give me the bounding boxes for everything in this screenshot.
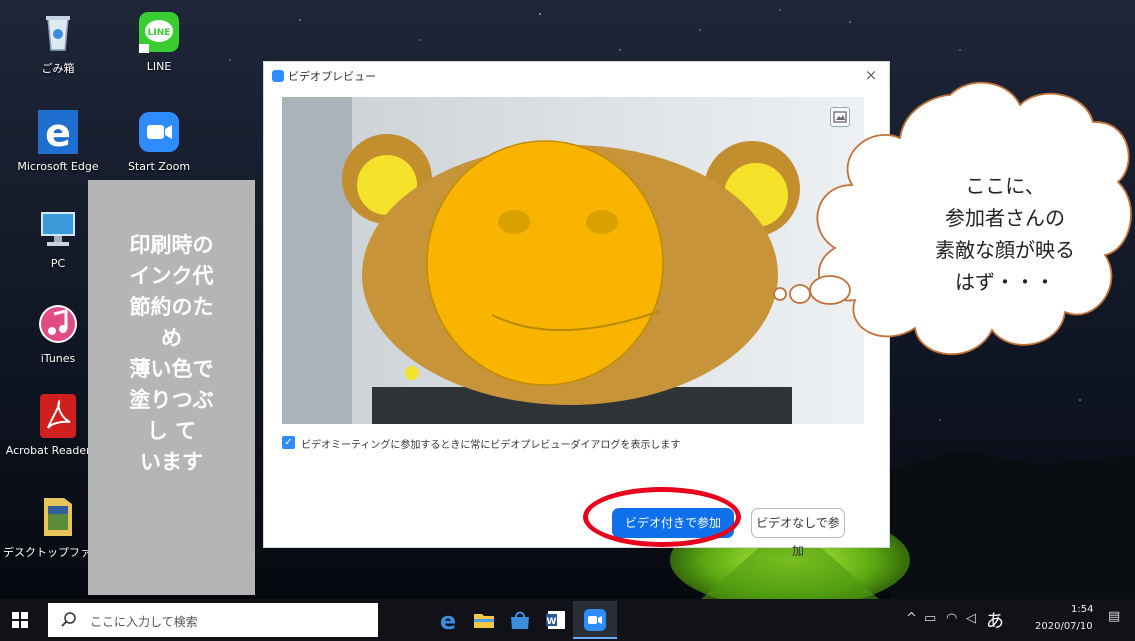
line-icon-text: LINE [148, 28, 171, 38]
desktop-icon-zoom[interactable]: Start Zoom [104, 108, 214, 173]
svg-text:e: e [45, 111, 71, 155]
dialog-title: ビデオプレビュー [288, 70, 376, 83]
clock-date[interactable]: 2020/07/10 [1035, 621, 1093, 632]
start-button[interactable] [10, 610, 30, 630]
desktop-icon-label: LINE [146, 60, 172, 73]
pc-icon [34, 205, 82, 253]
ink-saving-note: 印刷時の インク代 節約のた め 薄い色で 塗りつぶ し て います [88, 180, 255, 595]
bubble-line: 参加者さんの [945, 206, 1065, 230]
line-icon: LINE [135, 8, 183, 56]
tray-wifi-icon[interactable]: ◠ [946, 611, 957, 626]
ink-note-line: 薄い色で [129, 357, 214, 381]
ink-note-line: め [161, 326, 182, 350]
tray-expand-icon[interactable]: ^ [906, 611, 917, 626]
taskbar-word-icon[interactable]: W [544, 608, 568, 632]
ink-note-line: 塗りつぶ [129, 388, 214, 412]
smiley-face [426, 140, 664, 386]
highlight-circle [583, 487, 741, 547]
desktop-screen: ごみ箱 LINE LINE e Microsoft Edge Start Zoo… [0, 0, 1135, 641]
windows-icon [12, 612, 28, 628]
edge-icon: e [34, 108, 82, 156]
taskbar-zoom-active[interactable] [573, 601, 617, 639]
tray-battery-icon[interactable]: ▭ [924, 611, 936, 626]
ink-note-line: 印刷時の [129, 233, 214, 257]
zoom-icon [135, 108, 183, 156]
thought-bubble-text: ここに、 参加者さんの 素敵な顔が映る はず・・・ [905, 170, 1105, 298]
search-placeholder: ここに入力して検索 [90, 615, 198, 629]
taskbar-edge-icon[interactable]: e [436, 608, 460, 632]
ink-note-line: います [140, 450, 203, 474]
taskbar-file-explorer-icon[interactable] [472, 608, 496, 632]
checkbox-label: ビデオミーティングに参加するときに常にビデオプレビューダイアログを表示します [301, 440, 681, 451]
ink-note-line: 節約のた [129, 295, 214, 319]
bubble-line: はず・・・ [955, 270, 1055, 294]
notification-icon[interactable]: ▤ [1108, 609, 1120, 624]
always-show-preview-checkbox[interactable]: ✓ [282, 436, 295, 449]
desktop-icon-edge[interactable]: e Microsoft Edge [3, 108, 113, 173]
acrobat-icon [34, 392, 82, 440]
desktop-icon-line[interactable]: LINE LINE [104, 8, 214, 73]
desktop-icon-recycle-bin[interactable]: ごみ箱 [3, 8, 113, 76]
itunes-icon [34, 300, 82, 348]
desktop-icon-label: ごみ箱 [41, 62, 75, 75]
clock-time[interactable]: 1:54 [1071, 604, 1093, 615]
taskbar-zoom-icon [584, 609, 606, 631]
folder-icon [34, 492, 82, 540]
ink-note-line: し て [146, 419, 197, 443]
taskbar: ここに入力して検索 e W ^ ▭ ◠ ◁ あ ▤ [0, 599, 1135, 641]
desktop-icon-label: Start Zoom [127, 160, 191, 173]
bubble-line: 素敵な顔が映る [935, 238, 1075, 262]
bubble-line: ここに、 [965, 174, 1045, 198]
ink-note-line: インク代 [129, 264, 214, 288]
taskbar-store-icon[interactable] [508, 608, 532, 632]
svg-text:W: W [547, 617, 557, 627]
recycle-bin-icon [34, 8, 82, 56]
tray-ime-indicator[interactable]: あ [986, 607, 1004, 633]
tray-volume-icon[interactable]: ◁ [966, 611, 976, 626]
join-without-video-button[interactable]: ビデオなしで参加 [751, 508, 845, 558]
zoom-app-icon [272, 70, 284, 82]
svg-text:e: e [440, 608, 456, 632]
desktop-icon-label: Microsoft Edge [17, 160, 99, 173]
taskbar-search-box[interactable]: ここに入力して検索 [48, 603, 378, 637]
search-icon [61, 612, 76, 627]
